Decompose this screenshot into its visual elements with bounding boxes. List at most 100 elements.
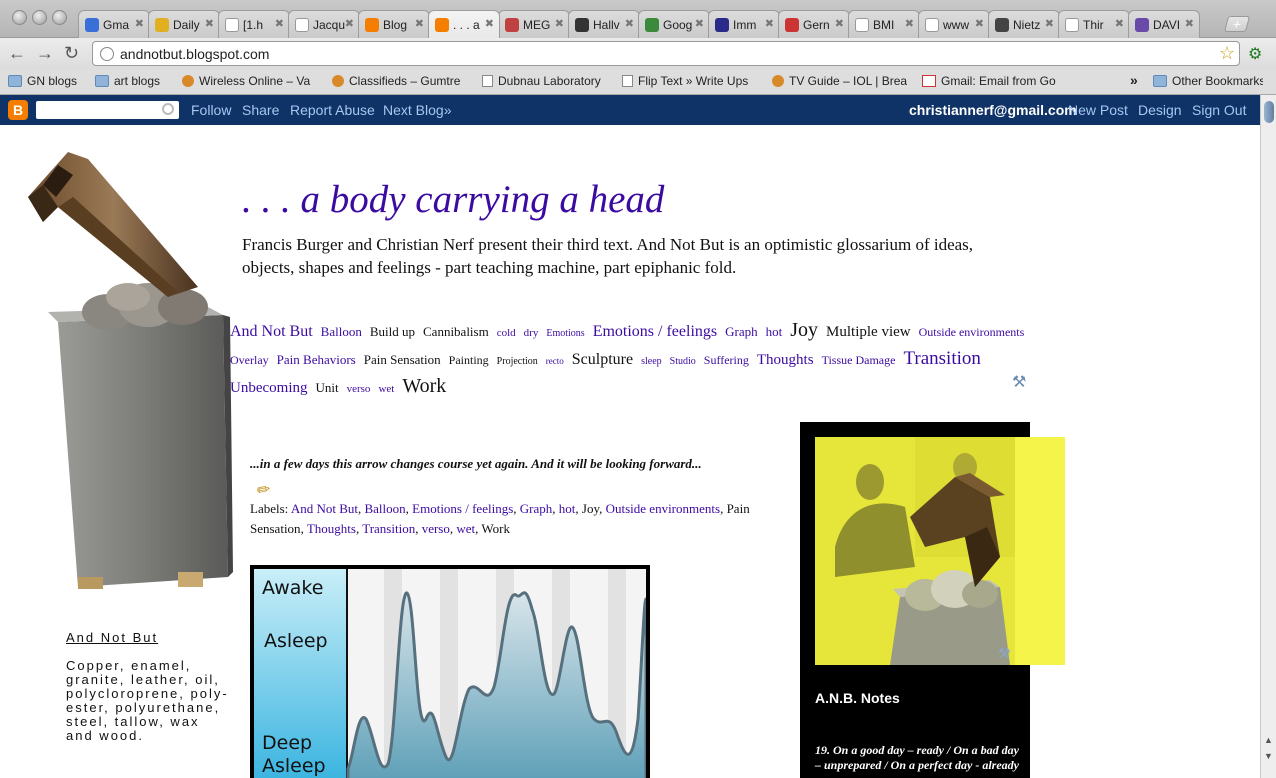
close-tab-icon[interactable]: ✖: [205, 17, 214, 30]
tag-link[interactable]: Graph: [725, 324, 758, 339]
tag-link[interactable]: Build up: [370, 324, 415, 339]
close-tab-icon[interactable]: ✖: [415, 17, 424, 30]
close-tab-icon[interactable]: ✖: [275, 17, 284, 30]
post-label[interactable]: Outside environments: [606, 501, 720, 516]
tag-link[interactable]: Pain Behaviors: [277, 352, 356, 367]
browser-tab[interactable]: Thir ✖: [1058, 10, 1130, 38]
bookmarks-overflow-button[interactable]: »: [1130, 72, 1138, 88]
blog-title[interactable]: . . . a body carrying a head: [242, 177, 664, 222]
close-tab-icon[interactable]: ✖: [765, 17, 774, 30]
tag-link[interactable]: Tissue Damage: [822, 353, 896, 367]
tag-link[interactable]: Painting: [449, 353, 489, 367]
close-tab-icon[interactable]: ✖: [975, 17, 984, 30]
post-label[interactable]: Balloon: [364, 501, 405, 516]
tag-link[interactable]: Projection: [497, 356, 538, 367]
tag-link[interactable]: Multiple view: [826, 324, 911, 340]
forward-icon[interactable]: →: [36, 44, 54, 62]
post-label[interactable]: hot: [559, 501, 576, 516]
post-label[interactable]: Thoughts: [307, 521, 356, 536]
browser-tab[interactable]: Blog ✖: [358, 10, 430, 38]
tag-link[interactable]: recto: [546, 356, 564, 366]
bookmark-item[interactable]: GN blogs: [8, 74, 88, 88]
tag-link[interactable]: Joy: [790, 319, 818, 341]
close-tab-icon[interactable]: ✖: [625, 17, 634, 30]
search-icon[interactable]: [162, 103, 174, 115]
reload-icon[interactable]: ↻: [64, 44, 79, 62]
tag-link[interactable]: Suffering: [704, 353, 749, 367]
tag-link[interactable]: dry: [524, 327, 539, 339]
browser-tab[interactable]: Jacqu ✖: [288, 10, 360, 38]
tag-link[interactable]: Work: [402, 375, 446, 397]
close-tab-icon[interactable]: ✖: [555, 17, 564, 30]
close-tab-icon[interactable]: ✖: [1115, 17, 1124, 30]
bookmark-item[interactable]: Flip Text » Write Ups: [622, 74, 762, 88]
browser-tab[interactable]: Nietz ✖: [988, 10, 1060, 38]
bookmark-item[interactable]: Wireless Online – Va: [182, 74, 322, 88]
close-tab-icon[interactable]: ✖: [835, 17, 844, 30]
edit-widget-icon[interactable]: ⚒: [998, 645, 1011, 662]
browser-tab[interactable]: BMI ✖: [848, 10, 920, 38]
address-bar[interactable]: andnotbut.blogspot.com ☆: [92, 41, 1240, 66]
post-label[interactable]: wet: [456, 521, 475, 536]
browser-tab[interactable]: Hallv ✖: [568, 10, 640, 38]
extension-icon[interactable]: ⚙: [1248, 44, 1268, 64]
browser-tab[interactable]: Gma ✖: [78, 10, 150, 38]
tag-link[interactable]: Unbecoming: [230, 380, 307, 396]
close-tab-icon[interactable]: ✖: [695, 17, 704, 30]
scrollbar-thumb[interactable]: [1264, 101, 1274, 123]
scroll-down-icon[interactable]: ▼: [1264, 751, 1273, 761]
bookmark-item[interactable]: Classifieds – Gumtre: [332, 74, 472, 88]
tag-link[interactable]: Thoughts: [757, 352, 814, 368]
blog-search-input[interactable]: [36, 101, 179, 119]
new-post-link[interactable]: New Post: [1068, 102, 1128, 118]
bookmark-item[interactable]: Dubnau Laboratory: [482, 74, 612, 88]
bookmark-star-icon[interactable]: ☆: [1219, 43, 1235, 64]
close-tab-icon[interactable]: ✖: [485, 17, 494, 30]
url-text[interactable]: andnotbut.blogspot.com: [120, 46, 269, 62]
sidebar-photo-image[interactable]: [815, 437, 1065, 665]
browser-tab[interactable]: Gern ✖: [778, 10, 850, 38]
bookmark-item[interactable]: Gmail: Email from Go: [922, 74, 1062, 88]
sign-out-link[interactable]: Sign Out: [1192, 102, 1246, 118]
tag-link[interactable]: Balloon: [321, 324, 362, 339]
browser-tab[interactable]: DAVI ✖: [1128, 10, 1200, 38]
edit-post-icon[interactable]: ✏: [255, 479, 272, 501]
tag-link[interactable]: Pain Sensation: [364, 352, 441, 367]
browser-tab[interactable]: [1.h ✖: [218, 10, 290, 38]
next-blog-link[interactable]: Next Blog»: [383, 102, 451, 118]
post-label[interactable]: Transition: [362, 521, 415, 536]
browser-tab[interactable]: . . . a ✖: [428, 10, 500, 38]
tag-link[interactable]: Emotions: [546, 328, 584, 339]
close-tab-icon[interactable]: ✖: [345, 17, 354, 30]
post-label[interactable]: Graph: [520, 501, 553, 516]
page-scrollbar[interactable]: ▲ ▼: [1260, 95, 1276, 778]
blogger-logo-icon[interactable]: B: [8, 100, 28, 120]
close-tab-icon[interactable]: ✖: [905, 17, 914, 30]
back-icon[interactable]: ←: [8, 44, 26, 62]
browser-tab[interactable]: MEG ✖: [498, 10, 570, 38]
minimize-window-button[interactable]: [32, 10, 47, 25]
design-link[interactable]: Design: [1138, 102, 1182, 118]
tag-link[interactable]: hot: [766, 324, 783, 339]
tag-link[interactable]: And Not But: [230, 323, 313, 340]
tag-link[interactable]: Cannibalism: [423, 324, 489, 339]
close-window-button[interactable]: [12, 10, 27, 25]
post-label[interactable]: verso: [422, 521, 450, 536]
follow-link[interactable]: Follow: [191, 102, 231, 118]
close-tab-icon[interactable]: ✖: [1185, 17, 1194, 30]
tag-link[interactable]: verso: [347, 383, 371, 395]
tag-link[interactable]: Transition: [903, 348, 980, 369]
close-tab-icon[interactable]: ✖: [1045, 17, 1054, 30]
browser-tab[interactable]: Daily ✖: [148, 10, 220, 38]
share-link[interactable]: Share: [242, 102, 279, 118]
close-tab-icon[interactable]: ✖: [135, 17, 144, 30]
browser-tab[interactable]: Goog ✖: [638, 10, 710, 38]
browser-tab[interactable]: www ✖: [918, 10, 990, 38]
post-label[interactable]: Emotions / feelings: [412, 501, 513, 516]
tag-link[interactable]: Studio: [670, 356, 696, 367]
bookmark-item[interactable]: Other Bookmarks: [1153, 74, 1263, 88]
zoom-window-button[interactable]: [52, 10, 67, 25]
bookmark-item[interactable]: art blogs: [95, 74, 175, 88]
tag-link[interactable]: Sculpture: [572, 351, 633, 368]
edit-widget-icon[interactable]: ⚒: [1012, 372, 1026, 392]
